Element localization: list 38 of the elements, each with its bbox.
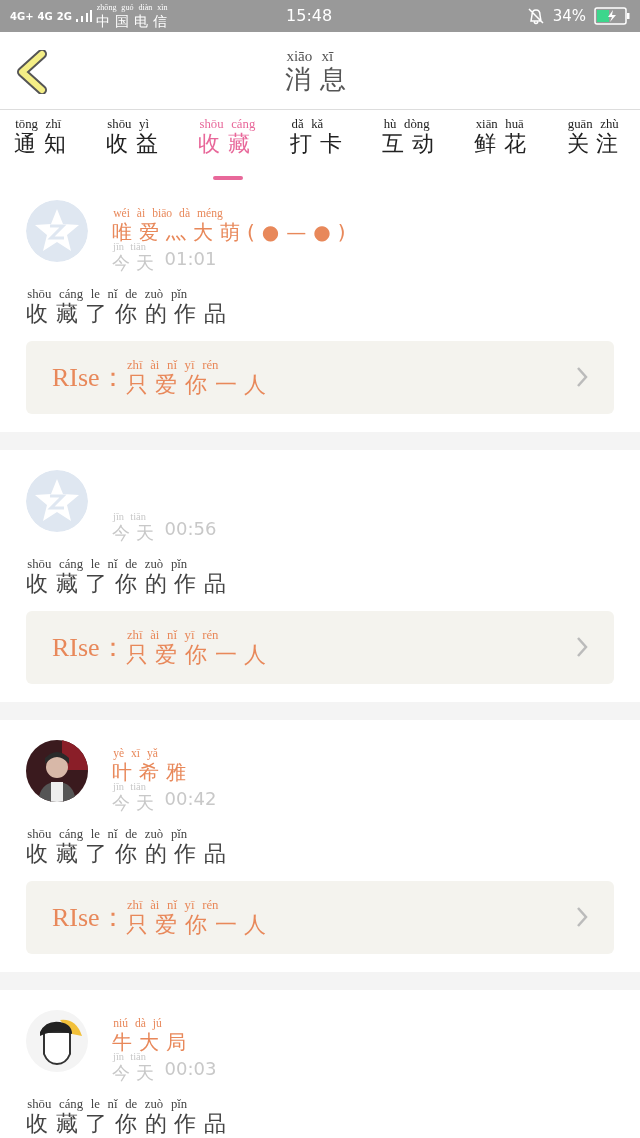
pinyin-text: shōu cáng le nǐ de zuò pǐn xyxy=(26,288,188,301)
default-avatar-icon xyxy=(26,200,88,262)
signal-icon xyxy=(75,10,92,22)
pinyin-text: zhōng guó diàn xìn xyxy=(95,3,168,13)
tab[interactable]: shōu yì 收益 xyxy=(106,118,166,180)
pinyin-text: niú dà jú xyxy=(112,1017,162,1030)
action-text: 收藏了你的作品 xyxy=(26,302,234,325)
chevron-right-icon xyxy=(576,636,588,659)
pinyin-text: jīn tiān xyxy=(112,1051,146,1062)
mute-bell-icon xyxy=(526,7,545,25)
pinyin-text: yè xī yǎ xyxy=(112,747,158,760)
pinyin-text: xiāo xī xyxy=(285,48,334,65)
chevron-right-icon xyxy=(576,906,588,929)
pinyin-text: shōu cáng le nǐ de zuò pǐn xyxy=(26,1098,188,1111)
user-name: 唯爱灬大萌(●—●) xyxy=(112,221,353,242)
pinyin-text: shōu cáng le nǐ de zuò pǐn xyxy=(26,828,188,841)
chevron-right-icon xyxy=(576,366,588,389)
action-text: 收藏了你的作品 xyxy=(26,572,234,595)
battery-percent: 34% xyxy=(552,5,586,27)
default-avatar-icon xyxy=(26,470,88,532)
network-label: 4G xyxy=(37,9,53,24)
tab[interactable]: guān zhù 关注 xyxy=(566,118,626,180)
tab[interactable]: hù dòng 互动 xyxy=(382,118,442,180)
page-title: 消息 xyxy=(284,66,356,93)
network-label: 2G xyxy=(56,9,72,24)
action-text: 收藏了你的作品 xyxy=(26,1112,234,1135)
tab[interactable]: xiān huā 鲜花 xyxy=(474,118,534,180)
user-name: 牛大局 xyxy=(112,1031,193,1052)
tab[interactable]: dǎ kǎ 打卡 xyxy=(290,118,350,180)
back-button[interactable] xyxy=(16,50,48,94)
pinyin-text: shōu cáng le nǐ de zuò pǐn xyxy=(26,558,188,571)
action-text: 收藏了你的作品 xyxy=(26,842,234,865)
tab[interactable]: tōng zhī 通知 xyxy=(14,118,74,180)
clock: 15:48 xyxy=(285,5,334,27)
user-name: 叶希雅 xyxy=(112,761,193,782)
pinyin-text: wéi ài biāo dà méng xyxy=(112,207,223,220)
network-label: 4G+ xyxy=(10,9,34,24)
carrier-name: 中国电信 xyxy=(95,14,172,29)
